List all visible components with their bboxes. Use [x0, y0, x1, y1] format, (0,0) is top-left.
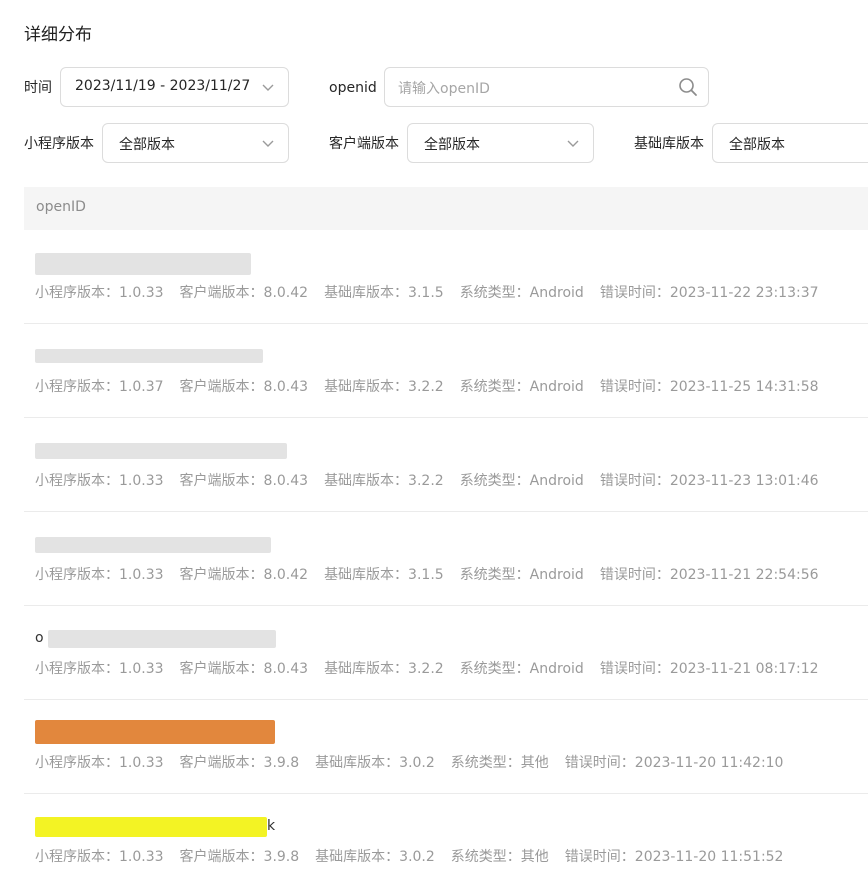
time-label: 时间 [24, 80, 52, 96]
openid-label: openid [329, 80, 377, 96]
chevron-down-icon [567, 140, 579, 148]
table-row[interactable]: o 小程序版本：1.0.33 客户端版本：8.0.43 基础库版本：3.2.2 系统类… [24, 606, 868, 700]
date-range-picker[interactable]: 2023/11/19 - 2023/11/27 [60, 67, 289, 107]
client-version-value: 全部版本 [424, 137, 480, 153]
table-row[interactable]: 小程序版本：1.0.33 客户端版本：8.0.42 基础库版本：3.1.5 系统类型：… [24, 512, 868, 606]
openid-redaction [35, 253, 251, 275]
miniprogram-version-select[interactable]: 全部版本 [102, 123, 289, 163]
openid-search-input[interactable]: 请输入openID [398, 78, 490, 98]
openid-redaction [35, 817, 267, 837]
chevron-down-icon [262, 140, 274, 148]
client-version-select[interactable]: 全部版本 [407, 123, 594, 163]
page-title: 详细分布 [24, 25, 92, 45]
table-row[interactable]: 小程序版本：1.0.33 客户端版本：3.9.8 基础库版本：3.0.2 系统类型：其… [24, 700, 868, 794]
table-row[interactable]: k 小程序版本：1.0.33 客户端版本：3.9.8 基础库版本：3.0.2 系统类型… [24, 794, 868, 888]
row-meta: 小程序版本：1.0.33 客户端版本：3.9.8 基础库版本：3.0.2 系统类型：其… [35, 849, 784, 865]
miniprogram-version-value: 全部版本 [119, 137, 175, 153]
date-range-value: 2023/11/19 - 2023/11/27 [75, 78, 251, 94]
client-version-label: 客户端版本 [329, 136, 399, 152]
chevron-down-icon [262, 84, 274, 92]
row-meta: 小程序版本：1.0.33 客户端版本：8.0.43 基础库版本：3.2.2 系统类型：… [35, 661, 819, 677]
table-row[interactable]: 小程序版本：1.0.37 客户端版本：8.0.43 基础库版本：3.2.2 系统类型：… [24, 324, 868, 418]
openid-redaction [35, 349, 263, 363]
row-meta: 小程序版本：1.0.37 客户端版本：8.0.43 基础库版本：3.2.2 系统类型：… [35, 379, 819, 395]
table-header: openID [24, 187, 868, 230]
row-meta: 小程序版本：1.0.33 客户端版本：8.0.43 基础库版本：3.2.2 系统类型：… [35, 473, 819, 489]
openid-redaction [35, 537, 271, 553]
miniprogram-version-label: 小程序版本 [24, 136, 94, 152]
openid-search[interactable]: 请输入openID [384, 67, 709, 107]
search-icon[interactable] [678, 77, 698, 97]
row-meta: 小程序版本：1.0.33 客户端版本：8.0.42 基础库版本：3.1.5 系统类型：… [35, 285, 819, 301]
openid-visible-suffix: k [267, 818, 276, 834]
openid-visible-prefix: o [35, 630, 44, 646]
row-meta: 小程序版本：1.0.33 客户端版本：8.0.42 基础库版本：3.1.5 系统类型：… [35, 567, 819, 583]
baselib-version-label: 基础库版本 [634, 136, 704, 152]
baselib-version-select[interactable]: 全部版本 [712, 123, 868, 163]
table-row[interactable]: 小程序版本：1.0.33 客户端版本：8.0.43 基础库版本：3.2.2 系统类型：… [24, 418, 868, 512]
openid-column-header: openID [36, 199, 86, 215]
baselib-version-value: 全部版本 [729, 137, 785, 153]
table-row[interactable]: 小程序版本：1.0.33 客户端版本：8.0.42 基础库版本：3.1.5 系统类型：… [24, 230, 868, 324]
row-meta: 小程序版本：1.0.33 客户端版本：3.9.8 基础库版本：3.0.2 系统类型：其… [35, 755, 784, 771]
openid-redaction [48, 630, 276, 648]
openid-redaction [35, 720, 275, 744]
openid-redaction [35, 443, 287, 459]
